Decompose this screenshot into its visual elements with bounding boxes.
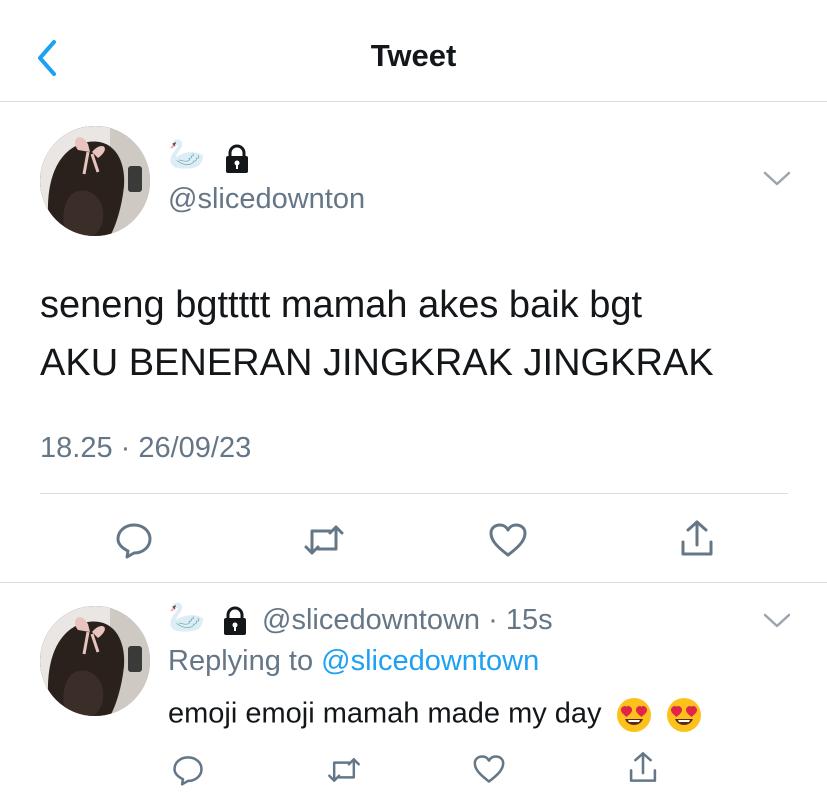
retweet-icon[interactable] [302,523,346,557]
like-icon[interactable] [488,522,528,558]
reply-header: @slicedowntown · 15s [262,604,553,637]
heart-eyes-emoji [616,698,651,732]
reply-author-handle[interactable]: @slicedowntown [262,604,480,636]
share-icon[interactable] [626,750,660,784]
divider [40,493,788,494]
reply-icon[interactable] [115,521,153,559]
swan-icon: 🦢 [168,601,206,634]
avatar[interactable] [40,606,150,716]
page-title: Tweet [370,38,457,73]
tweet-text-line: seneng bgttttt mamah akes baik bgt [40,284,643,326]
reply-age: 15s [505,604,553,636]
retweet-icon[interactable] [326,756,362,784]
chevron-down-icon[interactable] [762,612,792,630]
lock-icon [226,144,248,173]
swan-icon: 🦢 [168,138,206,171]
tweet-author-handle[interactable]: @slicedownton [168,183,365,216]
separator: · [488,604,498,636]
replying-to: Replying to @slicedowntown [168,645,539,678]
avatar[interactable] [40,126,150,236]
lock-icon [224,606,246,635]
chevron-down-icon[interactable] [762,170,792,188]
heart-eyes-emoji [666,698,701,732]
tweet-text-line: AKU BENERAN JINGKRAK JINGKRAK [40,342,714,384]
like-icon[interactable] [472,754,506,784]
share-icon[interactable] [677,518,717,558]
navigation-bar: Tweet [0,0,827,102]
replying-prefix: Replying to [168,645,314,677]
reply-text-row: emoji emoji mamah made my day [168,697,702,733]
tweet-text: seneng bgttttt mamah akes baik bgt AKU B… [40,276,714,392]
replying-to-handle-link[interactable]: @slicedowntown [321,645,539,677]
divider [0,582,827,583]
tweet-timestamp: 18.25 · 26/09/23 [40,432,252,464]
reply-text: emoji emoji mamah made my day [168,697,602,730]
reply-icon[interactable] [172,754,204,786]
